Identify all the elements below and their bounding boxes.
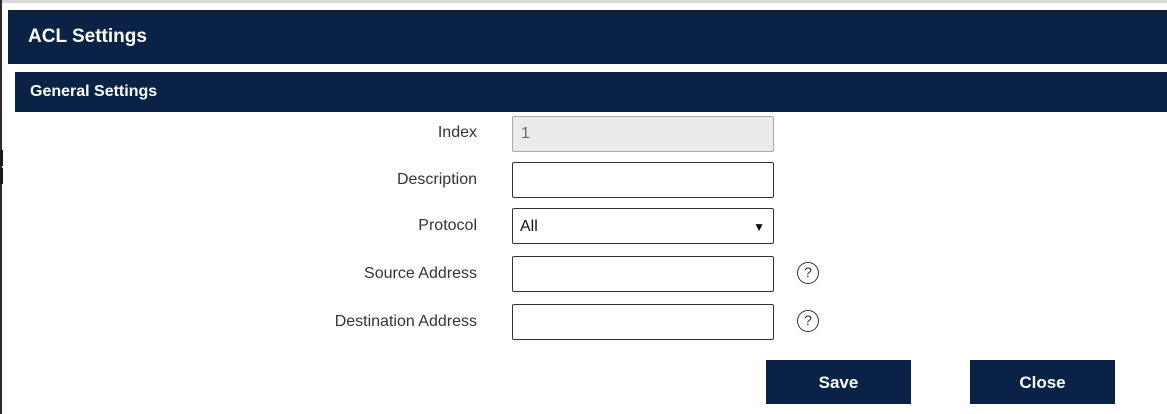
dialog-title: ACL Settings bbox=[28, 26, 147, 47]
dialog-titlebar: ACL Settings bbox=[8, 10, 1167, 64]
index-label: Index bbox=[437, 124, 477, 141]
top-divider bbox=[0, 0, 1167, 3]
protocol-label: Protocol bbox=[418, 217, 477, 234]
destination-address-label: Destination Address bbox=[334, 313, 477, 330]
protocol-selected-value: All bbox=[520, 218, 538, 235]
left-edge bbox=[0, 0, 2, 414]
destination-address-field[interactable] bbox=[512, 304, 774, 340]
edge-marker bbox=[0, 168, 3, 184]
close-button[interactable]: Close bbox=[970, 360, 1115, 404]
description-label: Description bbox=[396, 171, 477, 188]
protocol-select[interactable]: All ▼ bbox=[512, 208, 774, 244]
acl-settings-dialog: ACL Settings General Settings Index Desc… bbox=[0, 0, 1167, 414]
description-field[interactable] bbox=[512, 162, 774, 198]
save-button[interactable]: Save bbox=[766, 360, 911, 404]
source-address-field[interactable] bbox=[512, 256, 774, 292]
section-header: General Settings bbox=[15, 72, 1167, 112]
question-circle-icon[interactable]: ? bbox=[797, 262, 819, 284]
index-field bbox=[512, 116, 774, 152]
question-circle-icon[interactable]: ? bbox=[797, 310, 819, 332]
edge-marker bbox=[0, 150, 3, 166]
chevron-down-icon: ▼ bbox=[753, 220, 765, 234]
source-address-label: Source Address bbox=[364, 265, 477, 282]
section-title: General Settings bbox=[30, 83, 158, 100]
